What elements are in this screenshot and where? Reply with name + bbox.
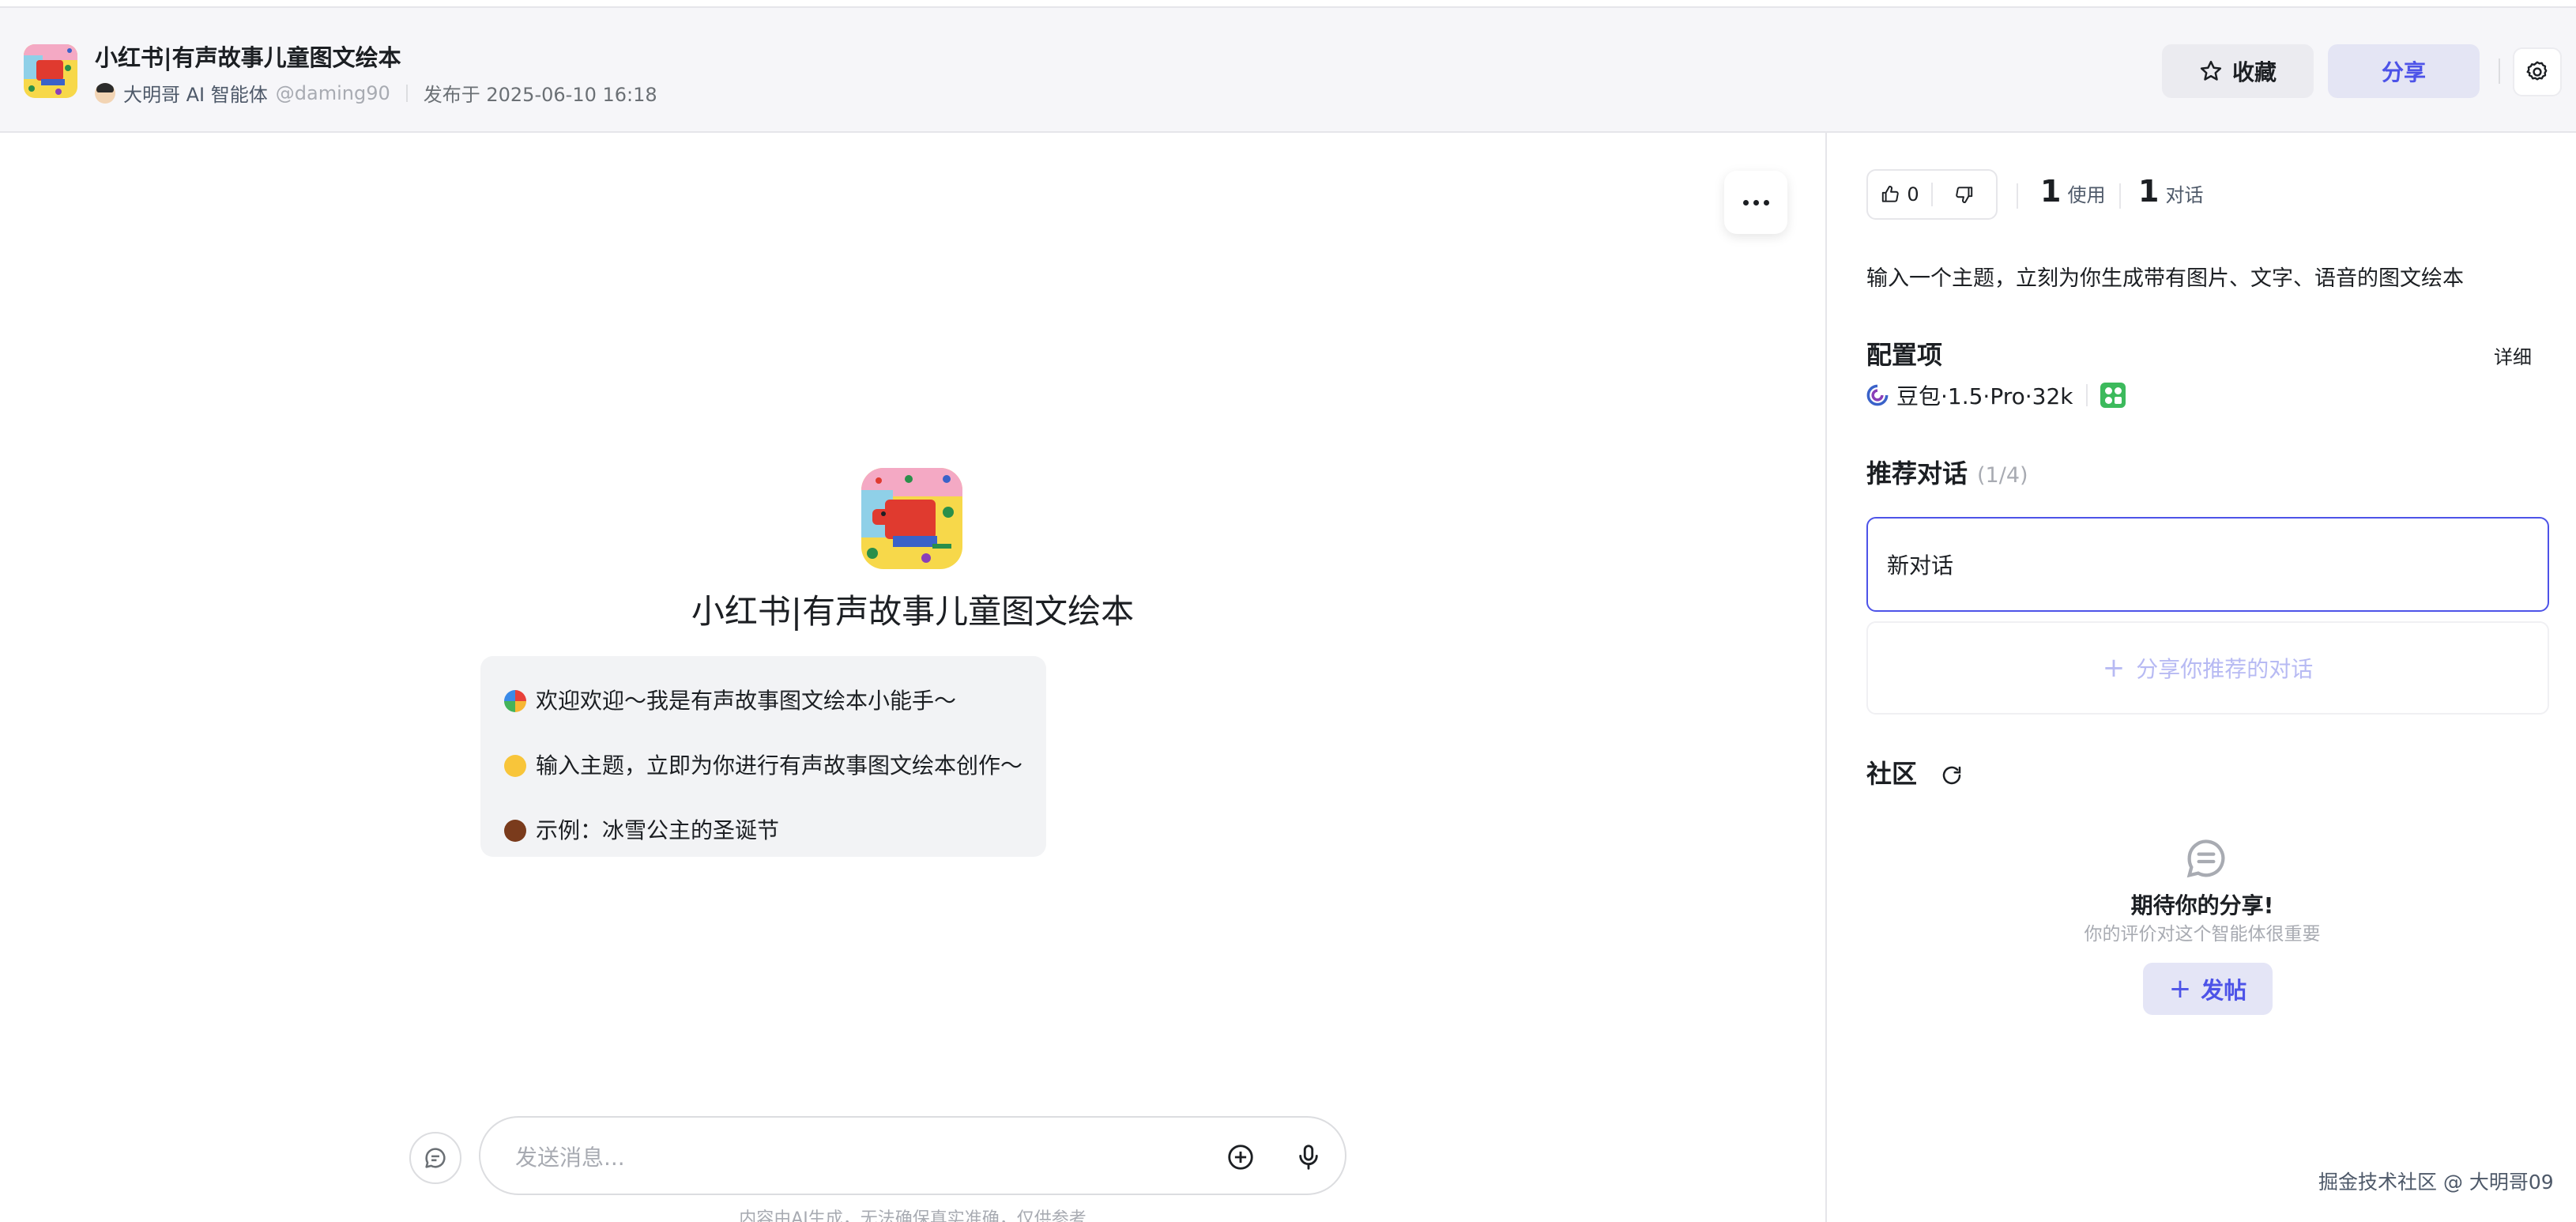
community-section-title: 社区: [1866, 754, 1964, 790]
more-dot: [1742, 199, 1749, 206]
chestnut-emoji-icon: [504, 820, 526, 842]
post-button[interactable]: + 发帖: [2143, 963, 2273, 1015]
recommend-count: (1/4): [1977, 463, 2028, 488]
post-label: 发帖: [2201, 977, 2247, 1004]
welcome-message: 欢迎欢迎～我是有声故事图文绘本小能手～ 输入主题，立即为你进行有声故事图文绘本创…: [480, 656, 1046, 857]
like-button[interactable]: 0: [1868, 183, 1931, 206]
author-avatar[interactable]: [95, 82, 115, 104]
model-row: 豆包·1.5·Pro·32k: [1866, 379, 2126, 411]
chat-stat: 1 对话: [2138, 174, 2203, 209]
header-divider: [2499, 58, 2500, 84]
rainbow-emoji-icon: [504, 690, 526, 712]
right-sidebar: 0 1 使用 1 对话 输入一个主题，立刻为你生成带有图片、文字、语音的图文绘本…: [1825, 133, 2576, 1222]
thumbs-up-icon: [1882, 186, 1900, 202]
recommend-title: 推荐对话: [1866, 458, 1968, 488]
plus-icon: +: [2168, 973, 2192, 1005]
refresh-icon[interactable]: [1940, 764, 1964, 787]
chat-label: 对话: [2165, 184, 2204, 206]
header: 小红书|有声故事儿童图文绘本 大明哥 AI 智能体 @daming90 发布于 …: [0, 8, 2576, 133]
author-name[interactable]: 大明哥 AI 智能体: [123, 79, 268, 107]
bot-name: 小红书|有声故事儿童图文绘本: [691, 592, 1135, 631]
page-title: 小红书|有声故事儿童图文绘本: [95, 44, 401, 71]
stat-divider: [2017, 183, 2018, 209]
share-recommend-label: 分享你推荐的对话: [2136, 656, 2314, 682]
share-recommend-button[interactable]: + 分享你推荐的对话: [1866, 621, 2549, 715]
chat-count: 1: [2138, 174, 2160, 209]
welcome-line: 示例：冰雪公主的圣诞节: [504, 798, 1022, 863]
empty-subtitle: 你的评价对这个智能体很重要: [2084, 924, 2321, 945]
thumbs-down-icon: [1956, 187, 1973, 203]
favorite-button[interactable]: 收藏: [2162, 44, 2314, 98]
welcome-line: 欢迎欢迎～我是有声故事图文绘本小能手～: [504, 669, 1022, 734]
usage-stat: 1 使用: [2040, 174, 2105, 209]
more-options-button[interactable]: [1724, 171, 1787, 234]
more-dot: [1753, 199, 1759, 206]
gear-icon: [2526, 61, 2548, 81]
message-input-box: [479, 1116, 1346, 1195]
bot-logo: [24, 44, 77, 98]
bot-description: 输入一个主题，立刻为你生成带有图片、文字、语音的图文绘本: [1866, 266, 2464, 291]
ai-disclaimer: 内容由AI生成，无法确保真实准确，仅供参考: [739, 1209, 1087, 1222]
star-icon: [2200, 60, 2222, 81]
prompt-suggestion-button[interactable]: [409, 1132, 461, 1184]
welcome-line-text: 输入主题，立即为你进行有声故事图文绘本创作～: [536, 752, 1023, 779]
stat-divider: [2119, 183, 2121, 209]
model-divider: [2085, 384, 2088, 406]
chat-area: 小红书|有声故事儿童图文绘本 欢迎欢迎～我是有声故事图文绘本小能手～ 输入主题，…: [0, 133, 1825, 1222]
rating-box: 0: [1866, 169, 1998, 220]
usage-count: 1: [2040, 174, 2062, 209]
community-title: 社区: [1866, 759, 1918, 789]
watermark: 掘金技术社区 @ 大明哥09: [2318, 1171, 2554, 1194]
welcome-line: 输入主题，立即为你进行有声故事图文绘本创作～: [504, 734, 1022, 798]
meta-divider: [405, 84, 408, 102]
chat-bubble-icon: [425, 1148, 446, 1168]
usage-label: 使用: [2067, 184, 2106, 206]
welcome-line-text: 欢迎欢迎～我是有声故事图文绘本小能手～: [536, 688, 957, 714]
voice-input-button[interactable]: [1291, 1140, 1326, 1175]
plus-icon: +: [2102, 652, 2126, 684]
doubao-model-icon: [1866, 384, 1889, 406]
plugin-icon[interactable]: [2100, 383, 2126, 408]
author-meta: 大明哥 AI 智能体 @daming90 发布于 2025-06-10 16:1…: [95, 79, 657, 107]
empty-title: 期待你的分享!: [2130, 892, 2274, 918]
window-top-edge: [0, 0, 2576, 8]
config-section-title: 配置项: [1866, 335, 1942, 372]
plus-circle-icon: [1228, 1145, 1253, 1170]
publish-date: 发布于 2025-06-10 16:18: [423, 84, 657, 106]
share-label: 分享: [2381, 59, 2426, 85]
model-name[interactable]: 豆包·1.5·Pro·32k: [1896, 379, 2073, 411]
favorite-label: 收藏: [2231, 59, 2277, 85]
detail-link[interactable]: 详细: [2494, 341, 2532, 369]
add-attachment-button[interactable]: [1223, 1140, 1258, 1175]
share-button[interactable]: 分享: [2328, 44, 2480, 98]
empty-chat-icon: [2186, 839, 2225, 878]
config-title: 配置项: [1866, 340, 1943, 370]
author-handle: @daming90: [275, 81, 390, 104]
bot-avatar: [861, 468, 962, 569]
microphone-icon: [1299, 1145, 1318, 1170]
settings-button[interactable]: [2513, 47, 2562, 96]
new-chat-item[interactable]: 新对话: [1866, 517, 2549, 612]
welcome-line-text: 示例：冰雪公主的圣诞节: [536, 817, 780, 843]
like-count: 0: [1907, 183, 1919, 206]
hugging-face-emoji-icon: [504, 755, 526, 777]
message-input[interactable]: [515, 1138, 1147, 1176]
dislike-button[interactable]: [1933, 184, 1996, 205]
more-dot: [1763, 199, 1769, 206]
recommend-section-title: 推荐对话 (1/4): [1866, 454, 2028, 490]
